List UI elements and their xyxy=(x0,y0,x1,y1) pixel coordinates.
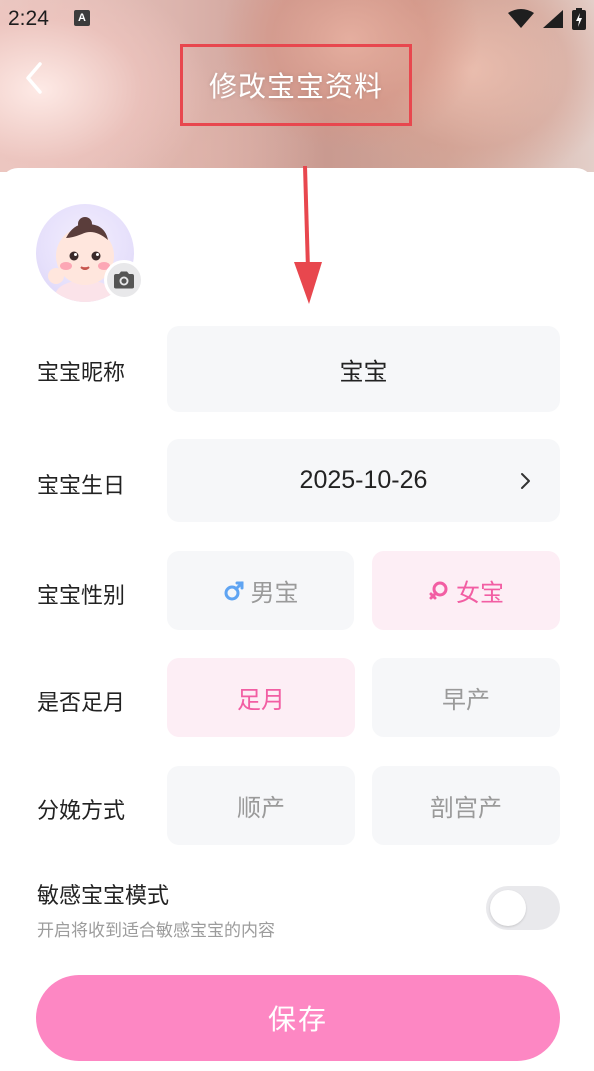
female-icon xyxy=(429,581,448,599)
delivery-option-natural-label: 顺产 xyxy=(237,794,285,822)
sensitive-mode-toggle[interactable] xyxy=(486,886,560,930)
gender-label: 宝宝性别 xyxy=(37,584,126,609)
annotation-arrow-icon xyxy=(294,166,322,304)
gender-option-boy-label: 男宝 xyxy=(250,579,299,607)
status-icons xyxy=(508,8,586,30)
battery-icon xyxy=(572,8,586,30)
full-term-option-premature-label: 早产 xyxy=(442,686,490,714)
chevron-left-icon xyxy=(26,62,42,94)
camera-icon xyxy=(114,271,134,289)
gender-option-girl-label: 女宝 xyxy=(456,579,504,607)
chevron-right-icon xyxy=(521,473,530,489)
nickname-input[interactable]: 宝宝 xyxy=(167,326,560,412)
toggle-knob xyxy=(490,890,526,926)
gender-option-boy[interactable]: 男宝 xyxy=(167,551,354,630)
nickname-label: 宝宝昵称 xyxy=(37,361,126,386)
nickname-value: 宝宝 xyxy=(339,357,388,386)
birthday-value: 2025-10-26 xyxy=(299,466,428,494)
sensitive-mode-subtitle: 开启将收到适合敏感宝宝的内容 xyxy=(37,921,275,941)
birthday-label: 宝宝生日 xyxy=(37,474,126,499)
signal-icon xyxy=(543,10,563,28)
back-button[interactable] xyxy=(16,58,56,98)
delivery-option-cesarean-label: 剖宫产 xyxy=(430,794,502,822)
birthday-picker[interactable]: 2025-10-26 xyxy=(167,439,560,522)
delivery-label: 分娩方式 xyxy=(37,799,126,824)
gender-option-girl[interactable]: 女宝 xyxy=(372,551,560,630)
change-avatar-button[interactable] xyxy=(104,260,144,300)
full-term-option-premature[interactable]: 早产 xyxy=(372,658,560,737)
notification-icon: A xyxy=(74,10,90,26)
page-title: 修改宝宝资料 xyxy=(208,70,383,103)
full-term-option-yes[interactable]: 足月 xyxy=(167,658,355,737)
status-time: 2:24 xyxy=(8,7,49,30)
title-highlight-box: 修改宝宝资料 xyxy=(180,44,412,126)
male-icon xyxy=(224,581,243,600)
status-bar: 2:24 A xyxy=(0,0,594,36)
full-term-option-yes-label: 足月 xyxy=(237,686,285,714)
wifi-icon xyxy=(508,9,534,28)
full-term-label: 是否足月 xyxy=(37,691,126,716)
delivery-option-cesarean[interactable]: 剖宫产 xyxy=(372,766,560,845)
save-button[interactable]: 保存 xyxy=(36,975,560,1061)
delivery-option-natural[interactable]: 顺产 xyxy=(167,766,355,845)
sensitive-mode-title: 敏感宝宝模式 xyxy=(37,884,170,909)
